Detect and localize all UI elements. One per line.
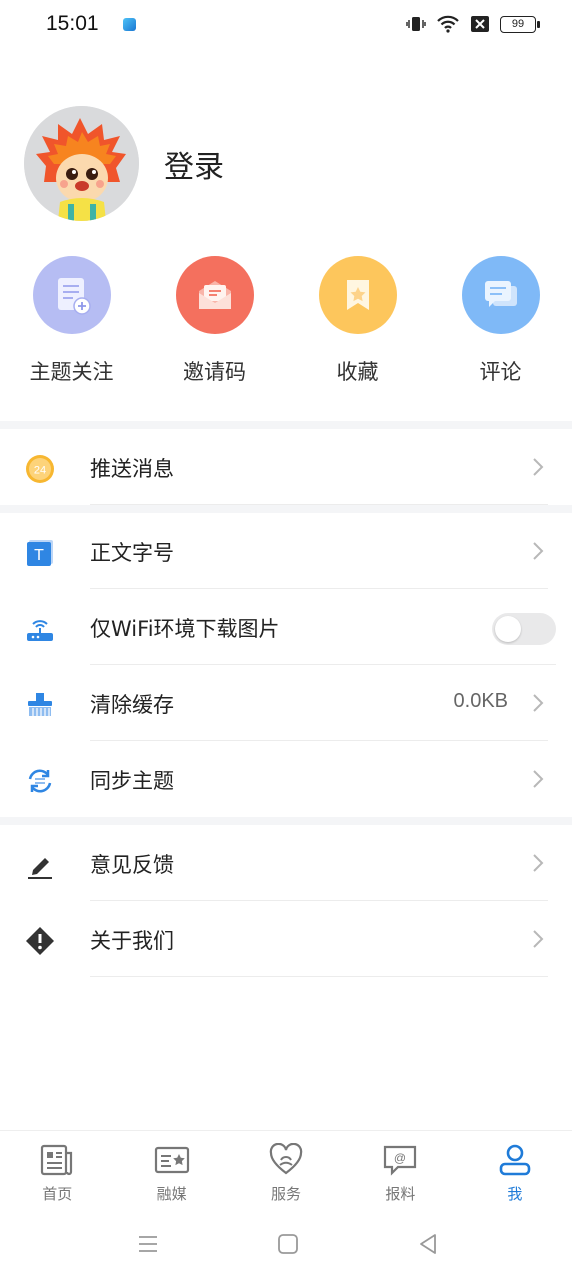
nav-report-label: 报料: [385, 1185, 416, 1203]
nav-media[interactable]: 融媒: [114, 1131, 228, 1214]
sync-topics-label: 同步主题: [90, 769, 174, 793]
sync-topics-row[interactable]: 同步主题: [0, 741, 572, 817]
wifi-icon: [437, 15, 459, 33]
nav-service-label: 服务: [271, 1185, 302, 1203]
section-separator: [0, 817, 572, 825]
chevron-right-icon: [533, 854, 544, 872]
section-separator: [0, 421, 572, 429]
wifi-images-row: 仅WiFi环境下载图片: [0, 589, 572, 665]
info-diamond-icon: [24, 925, 56, 957]
font-size-label: 正文字号: [90, 541, 174, 565]
chevron-right-icon: [533, 542, 544, 560]
profile-header[interactable]: 登录: [24, 106, 224, 221]
font-size-icon-text: T: [34, 547, 44, 564]
pencil-icon: [24, 849, 56, 881]
nav-home-label: 首页: [42, 1185, 73, 1203]
broom-icon: [24, 689, 56, 721]
login-link[interactable]: 登录: [164, 142, 224, 186]
push-24-icon: 24: [24, 453, 56, 485]
feedback-row[interactable]: 意见反馈: [0, 825, 572, 901]
quick-actions: 主题关注 邀请码 收藏 评论: [0, 256, 572, 386]
topic-follow-icon: [32, 256, 111, 334]
about-label: 关于我们: [90, 929, 174, 953]
chevron-right-icon: [533, 770, 544, 788]
report-chat-icon: @: [384, 1145, 417, 1176]
cache-size-value: 0.0KB: [453, 690, 508, 712]
nav-home[interactable]: 首页: [0, 1131, 114, 1214]
nav-media-label: 融媒: [156, 1185, 187, 1203]
feedback-label: 意见反馈: [90, 853, 174, 877]
invite-code-button[interactable]: 邀请码: [143, 256, 286, 386]
back-triangle-icon[interactable]: [416, 1232, 440, 1256]
push-messages-row[interactable]: 24 推送消息: [0, 429, 572, 505]
push-24-text: 24: [34, 465, 46, 477]
chevron-right-icon: [533, 694, 544, 712]
font-size-row[interactable]: T 正文字号: [0, 513, 572, 589]
wifi-images-label: 仅WiFi环境下载图片: [90, 617, 280, 641]
battery-level: 99: [511, 18, 525, 30]
invite-code-icon: [175, 256, 254, 334]
chevron-right-icon: [533, 930, 544, 948]
service-heart-icon: [269, 1143, 303, 1175]
bottom-nav: 首页 融媒 服务 @ 报料 我: [0, 1130, 572, 1214]
comment-button[interactable]: 评论: [429, 256, 572, 386]
status-bar: 15:01 99: [0, 0, 572, 52]
font-size-icon: T: [24, 537, 56, 569]
bookmark-label: 收藏: [336, 360, 379, 384]
topic-follow-label: 主题关注: [29, 360, 114, 384]
nav-report[interactable]: @ 报料: [343, 1131, 457, 1214]
bookmark-icon: [318, 256, 397, 334]
nav-me[interactable]: 我: [458, 1131, 572, 1214]
app-notification-icon: [123, 18, 136, 31]
home-square-icon[interactable]: [276, 1232, 300, 1256]
section-separator: [0, 505, 572, 513]
no-sim-icon: [471, 16, 489, 32]
vibrate-icon: [406, 17, 426, 31]
avatar[interactable]: [24, 106, 139, 221]
system-nav-bar: [0, 1214, 572, 1280]
divider: [90, 976, 548, 977]
home-news-icon: [41, 1144, 73, 1176]
wifi-images-toggle[interactable]: [492, 613, 556, 645]
mascot-avatar-icon: [24, 106, 139, 221]
chevron-right-icon: [533, 458, 544, 476]
status-time: 15:01: [46, 12, 99, 35]
media-card-icon: [154, 1146, 189, 1174]
menu-lines-icon[interactable]: [136, 1232, 160, 1256]
router-wifi-icon: [24, 613, 56, 645]
about-row[interactable]: 关于我们: [0, 901, 572, 977]
battery-indicator: 99: [500, 15, 540, 33]
sync-icon: [24, 765, 56, 797]
profile-user-icon: [499, 1144, 531, 1176]
push-messages-label: 推送消息: [90, 457, 174, 481]
invite-code-label: 邀请码: [183, 360, 246, 384]
nav-service[interactable]: 服务: [229, 1131, 343, 1214]
clear-cache-row[interactable]: 清除缓存 0.0KB: [0, 665, 572, 741]
topic-follow-button[interactable]: 主题关注: [0, 256, 143, 386]
comment-icon: [461, 256, 540, 334]
status-icons: 99: [406, 14, 540, 34]
comment-label: 评论: [479, 360, 522, 384]
nav-me-label: 我: [507, 1185, 523, 1203]
svg-text:@: @: [394, 1151, 406, 1165]
bookmark-button[interactable]: 收藏: [286, 256, 429, 386]
clear-cache-label: 清除缓存: [90, 693, 174, 717]
